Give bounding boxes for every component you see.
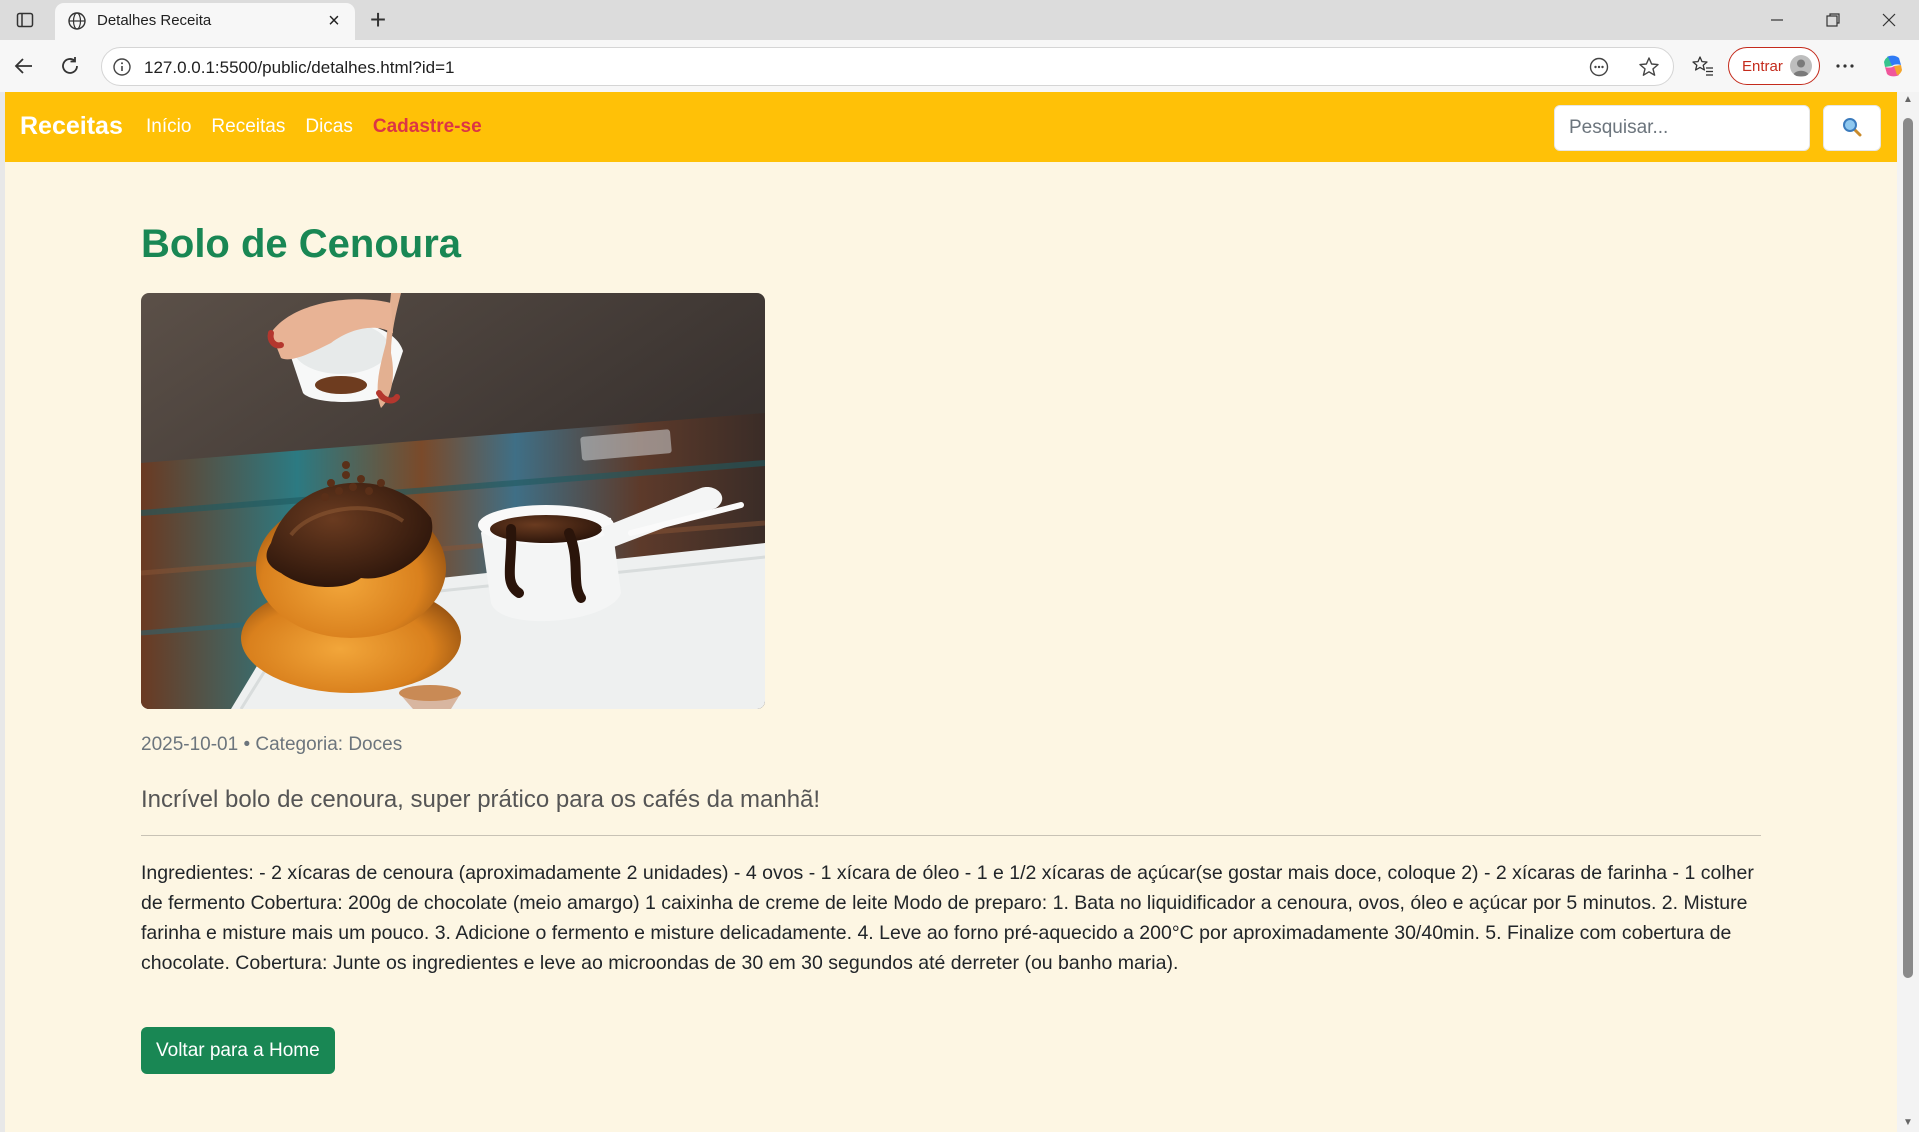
tab-strip: Detalhes Receita × + <box>0 0 1919 40</box>
minimize-icon[interactable] <box>1752 6 1802 34</box>
site-navbar: Receitas Início Receitas Dicas Cadastre-… <box>5 92 1897 162</box>
recipe-photo <box>141 293 765 709</box>
recipe-title: Bolo de Cenoura <box>141 222 462 266</box>
search-icon <box>1842 117 1862 140</box>
site-info-icon[interactable] <box>112 57 132 77</box>
recipe-body: Ingredientes: - 2 xícaras de cenoura (ap… <box>141 862 1754 974</box>
url-text: 127.0.0.1:5500/public/detalhes.html?id=1 <box>144 58 455 77</box>
page-scrollbar[interactable]: ▲ ▼ <box>1897 92 1919 1132</box>
scroll-up-icon[interactable]: ▲ <box>1902 94 1914 106</box>
divider <box>141 835 1761 836</box>
nav-link-receitas[interactable]: Receitas <box>211 116 285 138</box>
reading-mode-icon[interactable] <box>1588 56 1610 78</box>
signin-label: Entrar <box>1742 58 1783 75</box>
page-viewport: Receitas Início Receitas Dicas Cadastre-… <box>5 92 1897 1132</box>
recipe-meta: 2025-10-01 • Categoria: Doces <box>141 734 403 755</box>
browser-toolbar: 127.0.0.1:5500/public/detalhes.html?id=1… <box>0 40 1919 92</box>
more-options-icon[interactable] <box>1831 52 1859 80</box>
new-tab-icon[interactable]: + <box>364 4 392 35</box>
close-tab-icon[interactable]: × <box>323 10 345 32</box>
recipe-lead: Incrível bolo de cenoura, super prático … <box>141 786 821 813</box>
profile-avatar-icon <box>1790 55 1812 77</box>
back-home-button[interactable]: Voltar para a Home <box>141 1027 335 1074</box>
favorite-star-icon[interactable] <box>1638 56 1660 78</box>
search-input[interactable] <box>1554 105 1810 151</box>
browser-tab[interactable]: Detalhes Receita × <box>55 3 355 40</box>
reload-icon[interactable] <box>56 52 84 80</box>
nav-link-dicas[interactable]: Dicas <box>305 116 353 138</box>
nav-link-cadastre-se[interactable]: Cadastre-se <box>373 116 482 138</box>
nav-link-inicio[interactable]: Início <box>146 116 191 138</box>
tab-actions-icon[interactable] <box>14 9 36 31</box>
address-bar[interactable]: 127.0.0.1:5500/public/detalhes.html?id=1 <box>101 47 1674 86</box>
scroll-down-icon[interactable]: ▼ <box>1902 1117 1914 1129</box>
navbar-links: Início Receitas Dicas Cadastre-se <box>146 116 482 138</box>
favorites-list-icon[interactable] <box>1689 52 1717 80</box>
globe-icon <box>67 11 87 31</box>
search-button[interactable] <box>1823 105 1881 151</box>
signin-button[interactable]: Entrar <box>1728 47 1820 85</box>
back-arrow-icon[interactable] <box>10 52 38 80</box>
restore-icon[interactable] <box>1808 6 1858 34</box>
scrollbar-thumb[interactable] <box>1903 118 1913 978</box>
navbar-brand[interactable]: Receitas <box>20 112 123 141</box>
copilot-icon[interactable] <box>1879 52 1907 80</box>
tab-title: Detalhes Receita <box>97 12 212 29</box>
close-window-icon[interactable] <box>1864 6 1914 34</box>
